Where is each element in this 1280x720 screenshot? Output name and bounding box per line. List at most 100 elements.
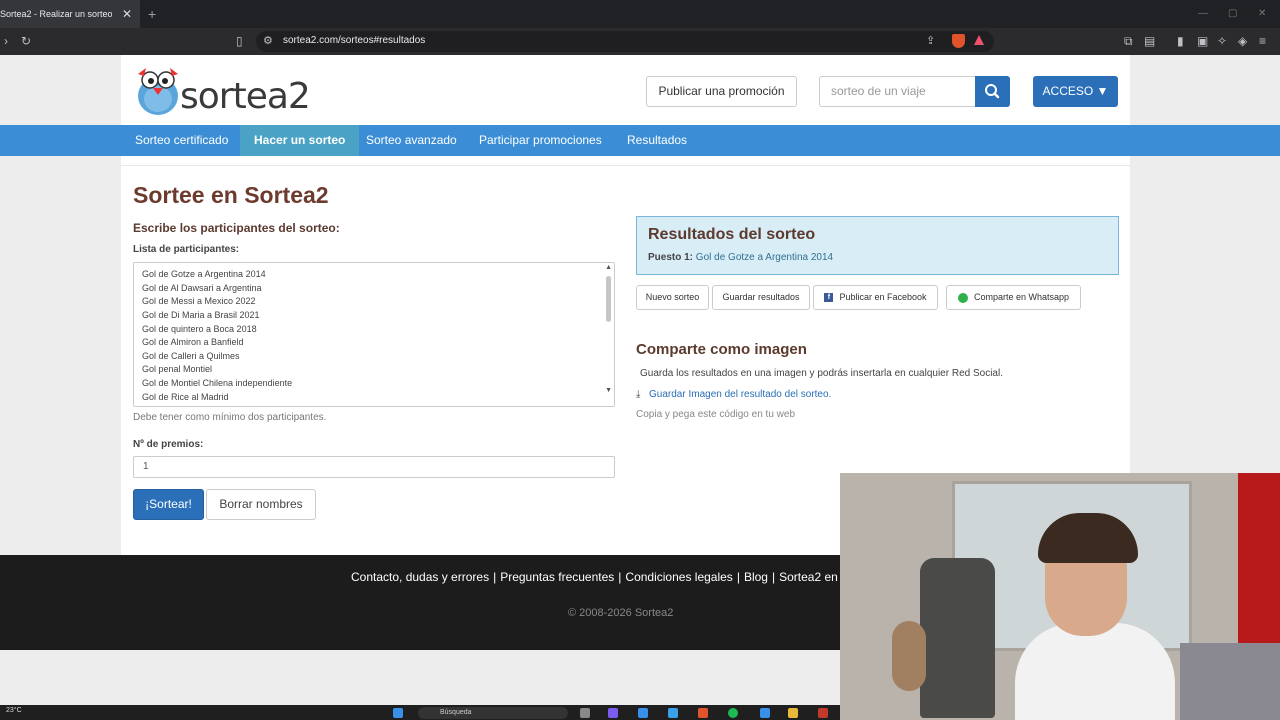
taskbar-search[interactable]: Búsqueda (418, 707, 568, 719)
save-results-button[interactable]: Guardar resultados (712, 285, 810, 310)
brave-shield-icon[interactable] (952, 34, 965, 48)
prizes-input[interactable]: 1 (133, 456, 615, 478)
browser-toolbar: › ↻ ▯ ⚙ sortea2.com/sorteos#resultados ⇪… (0, 28, 1280, 55)
save-image-link[interactable]: ⤓ Guardar Imagen del resultado del sorteo… (636, 389, 831, 400)
brave-rewards-icon[interactable] (974, 35, 984, 45)
winner-line: Puesto 1: Gol de Gotze a Argentina 2014 (648, 252, 833, 263)
footer-link-legal[interactable]: Condiciones legales (625, 570, 732, 584)
clear-names-button[interactable]: Borrar nombres (206, 489, 316, 520)
scroll-down-icon[interactable]: ▼ (605, 387, 612, 394)
share-whatsapp-button[interactable]: Comparte en Whatsapp (946, 285, 1081, 310)
nav-item-resultados[interactable]: Resultados (613, 125, 701, 156)
footer-link-contact[interactable]: Contacto, dudas y errores (351, 570, 489, 584)
extensions-icon[interactable]: ⧉ (1124, 33, 1133, 49)
participant-line: Gol de Montiel Chilena independiente (142, 378, 293, 388)
save-image-link-text: Guardar Imagen del resultado del sorteo. (649, 389, 832, 400)
webcam-person-shirt (1015, 623, 1175, 720)
webcam-red-door (1238, 473, 1280, 663)
logo-text: sortea2 (180, 76, 311, 117)
browser-tab-bar: Sortea2 - Realizar un sorteo ✕ + — ▢ ✕ (0, 0, 1280, 28)
bookmark-icon[interactable]: ▯ (236, 33, 243, 49)
share-icon[interactable]: ⇪ (926, 34, 935, 47)
publish-promotion-button[interactable]: Publicar una promoción (646, 76, 797, 107)
webcam-guitar (892, 621, 926, 691)
task-view-icon[interactable] (580, 708, 590, 718)
app-taskbar-icon[interactable] (760, 708, 770, 718)
participant-line: Gol de Di Maria a Brasil 2021 (142, 310, 260, 320)
results-panel: Resultados del sorteo Puesto 1: Gol de G… (636, 216, 1119, 275)
whatsapp-button-label: Comparte en Whatsapp (973, 292, 1070, 302)
reader-icon[interactable]: ▤ (1144, 33, 1155, 49)
reload-icon[interactable]: ↻ (21, 33, 31, 49)
window-close-icon[interactable]: ✕ (1258, 0, 1266, 28)
browser-tab-active[interactable]: Sortea2 - Realizar un sorteo ✕ (0, 0, 140, 28)
scrollbar-thumb[interactable] (606, 276, 611, 322)
menu-icon[interactable]: ≡ (1259, 33, 1266, 49)
sidebar-icon[interactable]: ▮ (1177, 33, 1184, 49)
scroll-up-icon[interactable]: ▲ (605, 264, 612, 271)
share-facebook-button[interactable]: f Publicar en Facebook (813, 285, 938, 310)
wallet-icon[interactable]: ▣ (1197, 33, 1208, 49)
chat-app-icon[interactable] (608, 708, 618, 718)
brave-taskbar-icon[interactable] (698, 708, 708, 718)
draw-button[interactable]: ¡Sortear! (133, 489, 204, 520)
page-title: Sortee en Sortea2 (133, 182, 329, 208)
store-icon[interactable] (638, 708, 648, 718)
webcam-bed (1180, 643, 1280, 720)
minimize-icon[interactable]: — (1198, 0, 1208, 28)
nav-item-sorteo-avanzado[interactable]: Sorteo avanzado (352, 125, 471, 156)
participants-textarea[interactable]: Gol de Gotze a Argentina 2014 Gol de Al … (133, 262, 615, 407)
download-icon: ⤓ (636, 389, 641, 400)
address-bar[interactable]: ⚙ sortea2.com/sorteos#resultados ⇪ (256, 31, 994, 52)
participant-line: Gol de Calleri a Quilmes (142, 351, 240, 361)
participant-line: Gol de Rice al Madrid (142, 392, 229, 402)
participant-line: Gol de quintero a Boca 2018 (142, 324, 257, 334)
min-participants-hint: Debe tener como mínimo dos participantes… (133, 412, 327, 423)
weather-temperature[interactable]: 23°C (6, 707, 22, 714)
participant-line: Gol de Messi a Mexico 2022 (142, 296, 256, 306)
main-nav: Sorteo certificado Hacer un sorteo Sorte… (0, 125, 1280, 156)
participants-subtitle: Escribe los participantes del sorteo: (133, 221, 340, 235)
winner-name: Gol de Gotze a Argentina 2014 (695, 252, 834, 263)
tab-close-icon[interactable]: ✕ (122, 0, 132, 28)
webcam-gaming-chair (920, 558, 995, 718)
spotify-icon[interactable] (728, 708, 738, 718)
mascot-logo-icon (138, 68, 178, 115)
copyright: © 2008-2026 Sortea2 (568, 607, 674, 619)
participant-line: Gol de Gotze a Argentina 2014 (142, 269, 266, 279)
recorder-icon[interactable] (818, 708, 828, 718)
site-logo[interactable]: sortea2 (134, 64, 311, 119)
search-button[interactable] (975, 76, 1010, 107)
participant-line: Gol de Al Dawsari a Argentina (142, 283, 262, 293)
leo-ai-icon[interactable]: ✧ (1217, 33, 1227, 49)
url-text: sortea2.com/sorteos#resultados (283, 35, 426, 46)
embed-code-label: Copia y pega este código en tu web (636, 409, 795, 420)
forward-icon[interactable]: › (4, 33, 8, 49)
footer-link-faq[interactable]: Preguntas frecuentes (500, 570, 614, 584)
site-info-icon[interactable]: ⚙ (263, 34, 273, 47)
file-explorer-icon[interactable] (788, 708, 798, 718)
edge-icon[interactable] (668, 708, 678, 718)
nav-item-sorteo-certificado[interactable]: Sorteo certificado (121, 125, 242, 156)
participant-line: Gol penal Montiel (142, 364, 213, 374)
new-draw-button[interactable]: Nuevo sorteo (636, 285, 709, 310)
login-button[interactable]: ACCESO ▼ (1033, 76, 1118, 107)
facebook-button-label: Publicar en Facebook (839, 292, 927, 302)
share-image-title: Comparte como imagen (636, 341, 807, 358)
facebook-icon: f (824, 293, 834, 303)
share-image-description: Guarda los resultados en una imagen y po… (640, 368, 1003, 379)
whatsapp-icon (957, 292, 968, 303)
participants-list-label: Lista de participantes: (133, 244, 240, 255)
webcam-overlay (840, 473, 1280, 720)
participant-line: Gol de Almiron a Banfield (142, 337, 244, 347)
windows-start-icon[interactable] (393, 708, 403, 718)
new-tab-icon[interactable]: + (148, 0, 156, 28)
nav-item-hacer-sorteo[interactable]: Hacer un sorteo (240, 125, 360, 156)
vpn-icon[interactable]: ◈ (1238, 33, 1247, 49)
maximize-icon[interactable]: ▢ (1228, 0, 1237, 28)
search-icon (985, 84, 1000, 99)
nav-item-participar-promociones[interactable]: Participar promociones (465, 125, 616, 156)
footer-link-blog[interactable]: Blog (744, 570, 768, 584)
place-label: Puesto 1: (648, 252, 694, 263)
search-input[interactable]: sorteo de un viaje (819, 76, 975, 107)
